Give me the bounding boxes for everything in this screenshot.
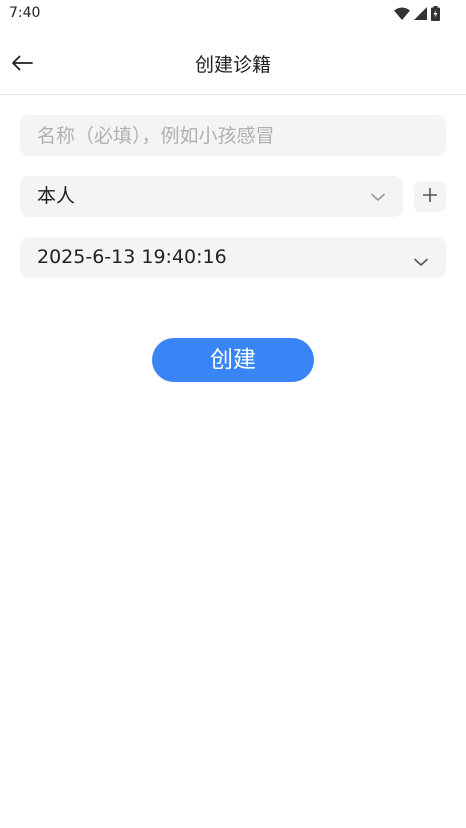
- name-field: [20, 115, 446, 156]
- arrow-left-icon: [11, 55, 33, 75]
- chevron-down-icon: [414, 252, 428, 271]
- person-select-value: 本人: [37, 185, 76, 207]
- plus-icon: [422, 187, 438, 206]
- status-bar: 7:40: [0, 0, 466, 26]
- wifi-icon: [394, 7, 410, 20]
- add-person-button[interactable]: [414, 181, 446, 212]
- cellular-signal-icon: [414, 6, 427, 20]
- name-input[interactable]: [20, 115, 446, 156]
- status-icons: [394, 5, 440, 21]
- page-title: 创建诊籍: [194, 54, 271, 76]
- create-button[interactable]: 创建: [152, 338, 314, 382]
- datetime-value: 2025-6-13 19:40:16: [37, 246, 227, 268]
- chevron-down-icon: [371, 187, 385, 206]
- battery-icon: [431, 5, 440, 21]
- app-bar: 创建诊籍: [0, 36, 466, 95]
- back-button[interactable]: [6, 49, 38, 81]
- status-time: 7:40: [9, 5, 41, 21]
- person-select[interactable]: 本人: [20, 176, 403, 217]
- datetime-select[interactable]: 2025-6-13 19:40:16: [20, 237, 446, 278]
